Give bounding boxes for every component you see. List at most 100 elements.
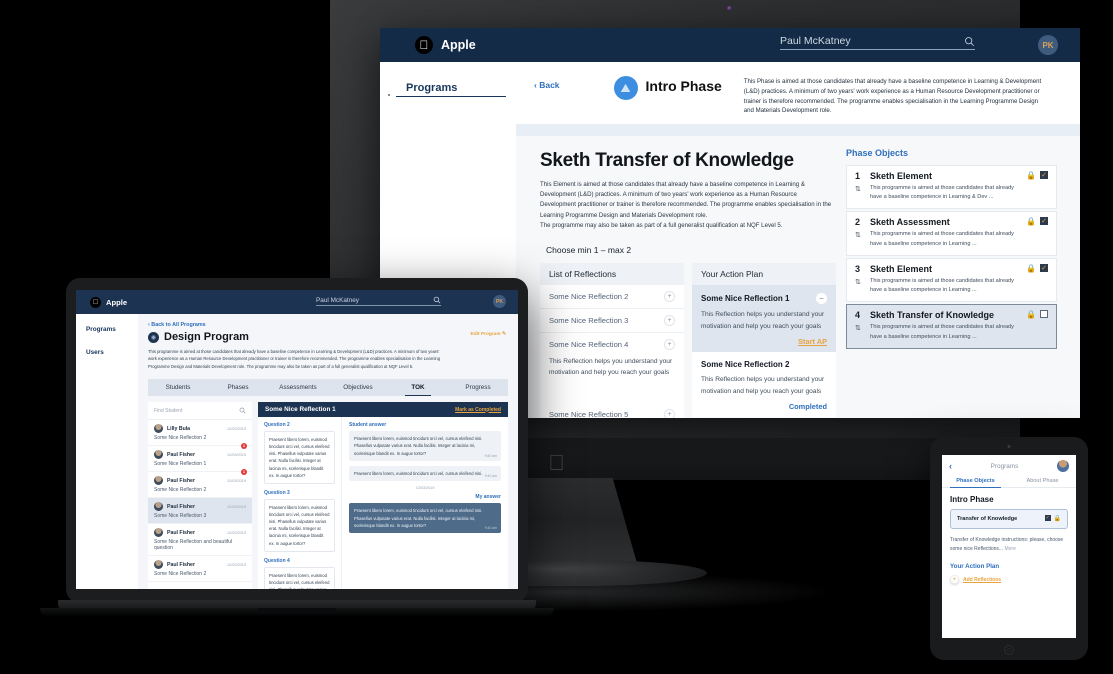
question-text: Praesent libero lorem, euismod tincidunt… <box>264 498 335 552</box>
phase-object-description: This programme is aimed at those candida… <box>870 185 1014 201</box>
more-link[interactable]: More <box>1004 546 1015 552</box>
student-name: Lilly Bula <box>167 425 191 432</box>
back-button[interactable]: ‹ Back <box>526 74 560 90</box>
phase-object-row-selected[interactable]: 4 ⇅ Sketh Transfer of Knowledge This pro… <box>846 304 1057 349</box>
checkbox-unchecked-icon[interactable]: ✓ <box>1040 310 1048 319</box>
phase-object-description: This programme is aimed at those candida… <box>870 277 1014 294</box>
sort-updown-icon[interactable]: ⇅ <box>855 185 861 193</box>
completed-link[interactable]: Completed <box>701 402 827 411</box>
list-item[interactable]: Paul Fisher 12/03/2019 Some Nice Reflect… <box>148 446 252 476</box>
action-plan-card[interactable]: Some Nice Reflection 2 This Reflection h… <box>692 352 836 418</box>
chevron-left-icon[interactable]: ‹ <box>949 461 952 471</box>
my-answer-label: My answer <box>475 494 501 501</box>
phase-object-row[interactable]: 2 ⇅ Sketh Assessment This programme is a… <box>846 211 1057 256</box>
tab-phases[interactable]: Phases <box>208 379 268 396</box>
checkbox-checked-icon[interactable]: ✓ <box>1040 171 1048 179</box>
tab-phase-objects[interactable]: Phase Objects <box>942 475 1009 488</box>
mark-as-completed-button[interactable]: Mark as Completed <box>455 407 501 413</box>
action-plan-body: This Reflection helps you understand you… <box>701 376 825 395</box>
phase-object-row[interactable]: 3 ⇅ Sketh Element This programme is aime… <box>846 257 1057 303</box>
element-description-2: The programme may also be taken as part … <box>540 221 783 229</box>
student-list-panel: Find Student Lilly Bula 12/03/2019 Some … <box>148 402 252 589</box>
list-item[interactable]: Some Nice Reflection 5 + <box>540 402 684 418</box>
macbook-front-notch <box>258 608 336 614</box>
checkbox-checked-icon[interactable]: ✓ <box>1044 515 1051 521</box>
sort-updown-icon[interactable]: ⇅ <box>855 278 861 286</box>
student-subtitle: Some Nice Reflection and beautiful quest… <box>154 539 233 552</box>
apple-logo-icon:  <box>415 36 433 54</box>
tab-students[interactable]: Students <box>148 379 208 396</box>
reflection-title: Some Nice Reflection 5 <box>549 409 629 418</box>
sidebar-item-programs[interactable]: Programs <box>380 82 516 94</box>
find-student-input[interactable]: Find Student <box>148 402 252 421</box>
student-subtitle: Some Nice Reflection 2 <box>154 435 207 442</box>
plus-icon[interactable]: + <box>664 408 675 418</box>
transfer-of-knowledge-card[interactable]: Transfer of Knowledge ✓ 🔒 <box>950 509 1068 530</box>
sidebar-item-programs[interactable]: Programs <box>76 326 138 349</box>
action-plan-card[interactable]: Some Nice Reflection 1 − This Reflection… <box>692 285 836 353</box>
home-button[interactable]: ○ <box>1004 645 1014 655</box>
sort-updown-icon[interactable]: ⇅ <box>855 324 861 332</box>
pencil-icon: ✎ <box>501 332 506 337</box>
lock-icon[interactable]: 🔒 <box>1026 310 1036 319</box>
phase-object-title: Sketh Assessment <box>870 217 950 228</box>
list-item[interactable]: Paul Fisher 12/03/2019 Some Nice Reflect… <box>148 472 252 499</box>
search-input[interactable]: Paul McKatney <box>316 296 441 306</box>
edit-program-label: Edit Program <box>470 332 501 337</box>
list-item[interactable]: Paul Fisher 12/03/2019 Some Nice Reflect… <box>148 524 252 557</box>
phase-object-row[interactable]: 1 ⇅ Sketh Element This programme is aime… <box>846 165 1057 210</box>
question-label: Question 4 <box>264 557 290 564</box>
breadcrumb[interactable]: ‹ Back to All Programs <box>148 322 508 328</box>
list-item[interactable]: Lilly Bula 12/03/2019 Some Nice Reflecti… <box>148 420 252 450</box>
section-divider <box>516 124 1080 136</box>
avatar[interactable]: PK <box>1038 35 1058 55</box>
avatar[interactable]: PK <box>493 295 506 308</box>
answers-column: Student answer Praesent libero lorem, eu… <box>342 417 508 589</box>
laptop-tabs: Students Phases Assessments Objectives T… <box>148 379 508 397</box>
start-ap-link[interactable]: Start AP <box>701 337 827 346</box>
sidebar-item-users[interactable]: Users <box>76 349 138 372</box>
apple-logo-icon:  <box>90 296 101 308</box>
brand-label: Apple <box>441 38 476 52</box>
list-item[interactable]: Some Nice Reflection 2 + <box>540 285 684 310</box>
list-item-selected[interactable]: Paul Fisher 12/03/2019 Some Nice Reflect… <box>148 498 252 525</box>
avatar <box>154 450 163 460</box>
plus-icon[interactable]: + <box>664 315 675 327</box>
list-item[interactable]: Some Nice Reflection 4 + <box>540 333 684 357</box>
question-text: Praesent libero lorem, euismod tincidunt… <box>264 431 335 484</box>
tab-progress[interactable]: Progress <box>448 379 508 396</box>
desktop-topbar:  Apple Paul McKatney PK <box>380 28 1080 62</box>
checkbox-checked-icon[interactable]: ✓ <box>1040 263 1048 272</box>
student-subtitle: Some Nice Reflection 3 <box>154 513 207 520</box>
tab-about-phase[interactable]: About Phase <box>1009 475 1076 487</box>
search-input[interactable]: Paul McKatney <box>780 35 975 50</box>
reflection-header: Some Nice Reflection 1 Mark as Completed <box>258 402 508 418</box>
brand-label: Apple <box>106 297 128 307</box>
imac-camera-icon <box>727 6 732 11</box>
tab-tok[interactable]: TOK <box>388 379 448 397</box>
student-date: 12/03/2019 <box>226 562 246 567</box>
desktop-brand[interactable]:  Apple <box>380 36 476 54</box>
lock-icon[interactable]: 🔒 <box>1054 515 1061 522</box>
lock-icon[interactable]: 🔒 <box>1026 264 1036 273</box>
minus-icon[interactable]: − <box>816 293 827 305</box>
action-plan-title: Some Nice Reflection 2 <box>701 360 790 370</box>
sort-updown-icon[interactable]: ⇅ <box>855 231 861 239</box>
lock-icon[interactable]: 🔒 <box>1026 171 1036 180</box>
laptop-brand[interactable]:  Apple <box>76 296 128 308</box>
plus-icon[interactable]: + <box>664 339 675 351</box>
avatar[interactable] <box>1056 460 1069 472</box>
question-label: Question 3 <box>264 489 290 496</box>
add-reflections-button[interactable]: + Add Reflections <box>942 575 1076 585</box>
lock-icon[interactable]: 🔒 <box>1026 217 1036 226</box>
plus-icon[interactable]: + <box>664 291 675 303</box>
tab-objectives[interactable]: Objectives <box>328 379 388 396</box>
tab-assessments[interactable]: Assessments <box>268 379 328 396</box>
edit-program-button[interactable]: Edit Program ✎ <box>471 332 507 337</box>
list-item[interactable]: Paul Fisher 12/03/2019 Some Nice Reflect… <box>148 556 252 583</box>
your-action-plan-column: Your Action Plan Some Nice Reflection 1 … <box>692 263 836 418</box>
desktop-main: ‹ Back ⛰ Intro Phase This Phase is aimed… <box>516 62 1080 418</box>
list-item[interactable]: Some Nice Reflection 3 + <box>540 309 684 334</box>
plus-icon[interactable]: + <box>950 575 959 585</box>
checkbox-checked-icon[interactable]: ✓ <box>1040 217 1048 226</box>
